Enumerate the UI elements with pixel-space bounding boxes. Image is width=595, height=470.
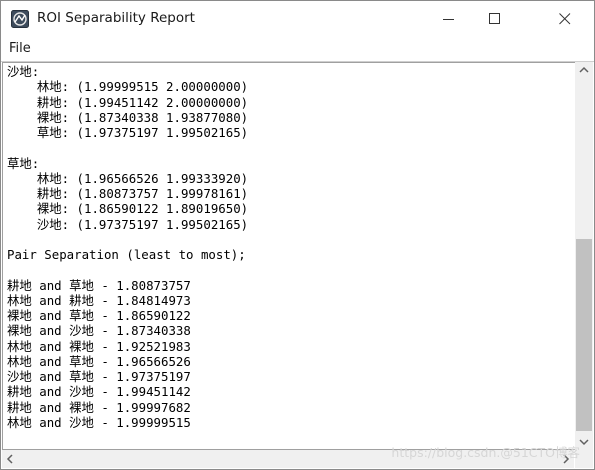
report-line: 裸地: (1.87340338 1.93877080) [7,109,249,125]
menu-bar: File [1,37,594,62]
report-line: Pair Separation (least to most); [7,247,246,262]
report-line: 林地 and 耕地 - 1.84814973 [7,292,191,308]
report-text-panel[interactable]: 沙地: 林地: (1.99999515 2.00000000) 耕地: (1.9… [2,62,576,450]
close-icon [559,13,571,25]
report-line [7,140,573,155]
report-line: 裸地 and 草地 - 1.86590122 [7,308,191,323]
report-text[interactable]: 沙地: 林地: (1.99999515 2.00000000) 耕地: (1.9… [7,64,573,448]
envi-app-icon [11,10,29,28]
report-line: 耕地: (1.99451142 2.00000000) [7,94,249,110]
report-line: 林地 and 沙地 - 1.99999515 [7,414,191,430]
minimize-button[interactable] [426,1,472,37]
report-line: 草地: [7,155,40,171]
report-line: 沙地: (1.97375197 1.99502165) [7,216,249,232]
title-bar[interactable]: ROI Separability Report [1,1,594,37]
report-line: 裸地: (1.86590122 1.89019650) [7,201,249,217]
report-line: 林地: (1.99999515 2.00000000) [7,79,249,95]
report-line: 耕地 and 沙地 - 1.99451142 [7,384,191,400]
report-line: 沙地: [7,64,40,79]
vertical-scrollbar[interactable] [575,62,593,450]
report-line [7,262,573,277]
report-line: 林地 and 裸地 - 1.92521983 [7,338,191,354]
report-line: 耕地 and 裸地 - 1.99997682 [7,399,191,415]
arrow-left-icon [6,454,13,464]
menu-file[interactable]: File [9,41,31,56]
watermark: https://blog.csdn.@51CTO博客 [391,445,580,460]
report-line: 裸地 and 沙地 - 1.87340338 [7,323,191,339]
vertical-scroll-thumb[interactable] [576,239,592,431]
maximize-button[interactable] [472,1,518,37]
arrow-up-icon [579,66,589,73]
report-line: 耕地 and 草地 - 1.80873757 [7,277,191,293]
report-line: 林地 and 草地 - 1.96566526 [7,353,191,369]
minimize-icon [443,19,454,20]
report-line: 草地: (1.97375197 1.99502165) [7,125,249,140]
report-line [7,232,573,247]
report-window: ROI Separability Report File 沙地: 林地: (1.… [0,0,595,470]
scroll-up-button[interactable] [575,62,593,79]
report-line: 耕地: (1.80873757 1.99978161) [7,186,249,201]
scroll-left-button[interactable] [2,450,19,468]
window-title: ROI Separability Report [37,10,195,26]
report-line: 沙地 and 草地 - 1.97375197 [7,369,191,384]
close-button[interactable] [542,1,588,37]
report-line: 林地: (1.96566526 1.99333920) [7,170,249,186]
maximize-icon [489,13,500,24]
